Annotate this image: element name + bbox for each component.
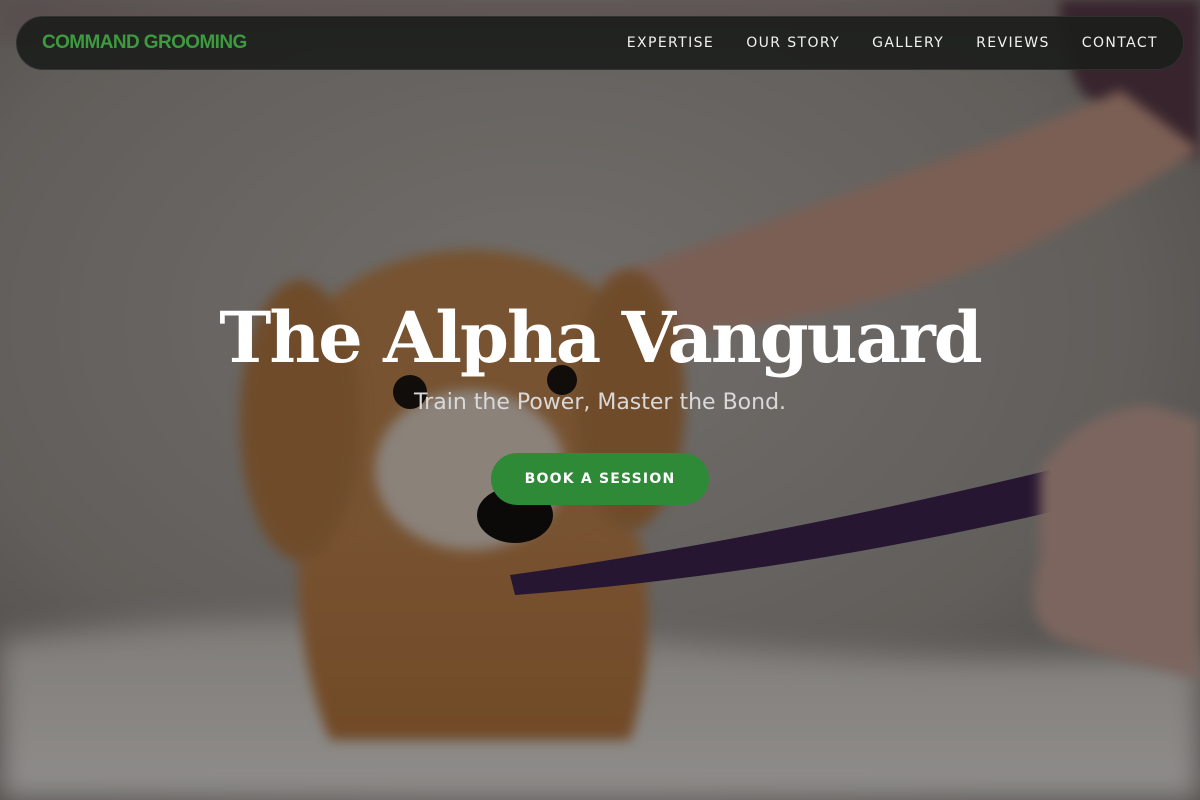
nav-link-reviews[interactable]: REVIEWS — [976, 35, 1050, 51]
hero-content: The Alpha Vanguard Train the Power, Mast… — [0, 290, 1200, 505]
top-navbar: COMMAND GROOMING EXPERTISE OUR STORY GAL… — [16, 16, 1184, 70]
hero-section: COMMAND GROOMING EXPERTISE OUR STORY GAL… — [0, 0, 1200, 800]
hero-title: The Alpha Vanguard — [219, 296, 983, 379]
nav-link-expertise[interactable]: EXPERTISE — [627, 35, 714, 51]
book-session-button[interactable]: BOOK A SESSION — [491, 453, 709, 505]
hero-subtitle: Train the Power, Master the Bond. — [413, 390, 787, 415]
nav-link-our-story[interactable]: OUR STORY — [746, 35, 840, 51]
nav-link-gallery[interactable]: GALLERY — [872, 35, 944, 51]
nav-link-contact[interactable]: CONTACT — [1082, 35, 1158, 51]
nav-links: EXPERTISE OUR STORY GALLERY REVIEWS CONT… — [627, 35, 1158, 51]
brand-logo[interactable]: COMMAND GROOMING — [42, 32, 247, 54]
